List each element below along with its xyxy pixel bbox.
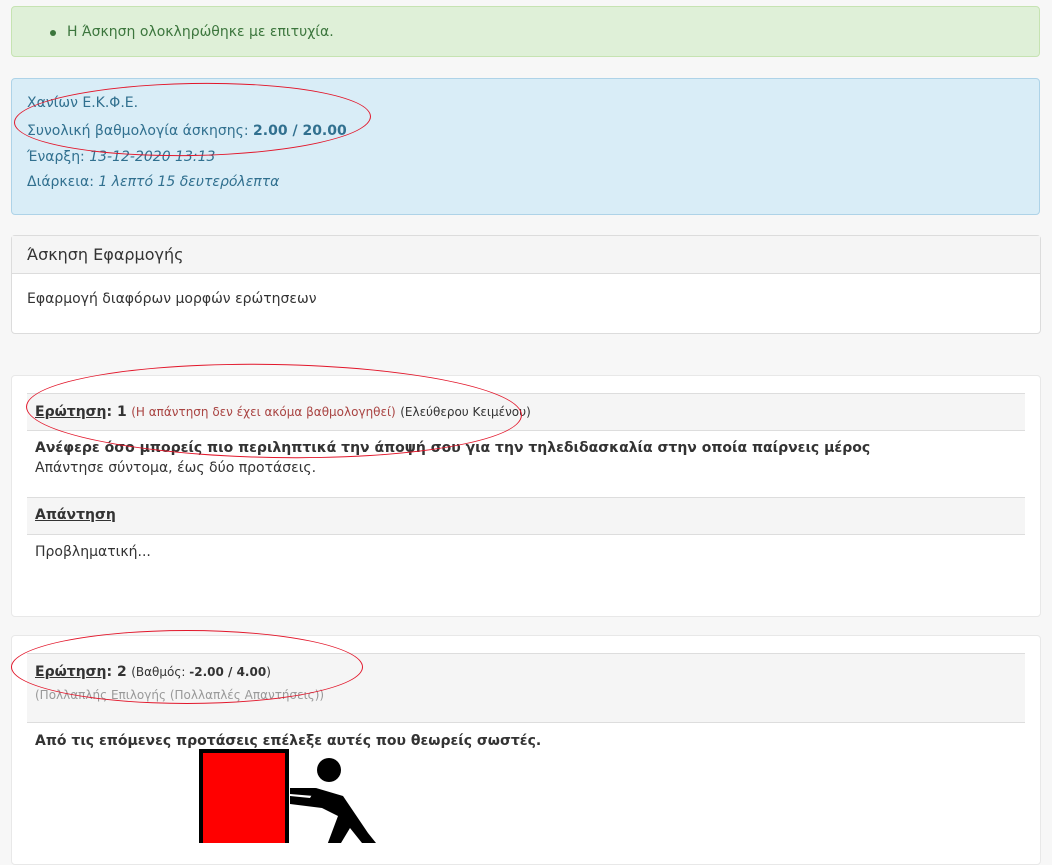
answer-header: Απάντηση bbox=[27, 497, 1025, 535]
question-card-1: Ερώτηση: 1 (Η απάντηση δεν έχει ακόμα βα… bbox=[11, 375, 1041, 617]
red-box bbox=[199, 749, 289, 843]
question-type: (Ελεύθερου Κειμένου) bbox=[400, 405, 531, 419]
start-label: Έναρξη: bbox=[27, 149, 90, 165]
total-score-label: Συνολική βαθμολογία άσκησης: bbox=[27, 123, 254, 139]
duration-value: 1 λεπτό 15 δευτερόλεπτα bbox=[98, 174, 280, 190]
question-type: (Πολλαπλής Επιλογής (Πολλαπλές Απαντήσει… bbox=[35, 688, 325, 702]
question-title-1: Ερώτηση: 1 (Η απάντηση δεν έχει ακόμα βα… bbox=[35, 404, 531, 420]
question-card-2: Ερώτηση: 2 (Βαθμός: -2.00 / 4.00) (Πολλα… bbox=[11, 635, 1041, 865]
question-header-1: Ερώτηση: 1 (Η απάντηση δεν έχει ακόμα βα… bbox=[27, 393, 1025, 431]
total-score-value: 2.00 / 20.00 bbox=[253, 123, 347, 139]
question-hint: Απάντησε σύντομα, έως δύο προτάσεις. bbox=[35, 460, 317, 476]
duration-line: Διάρκεια: 1 λεπτό 15 δευτερόλεπτα bbox=[27, 174, 279, 190]
start-value: 13-12-2020 13:13 bbox=[89, 149, 216, 165]
question-title-2: Ερώτηση: 2 (Βαθμός: -2.00 / 4.00) bbox=[35, 664, 271, 680]
exercise-panel: Άσκηση Εφαρμογής Εφαρμογή διαφόρων μορφώ… bbox=[11, 235, 1041, 334]
question-number: : 2 bbox=[106, 664, 127, 680]
score-value: -2.00 / 4.00 bbox=[189, 665, 267, 679]
person-pushing-box-icon bbox=[199, 749, 376, 843]
start-line: Έναρξη: 13-12-2020 13:13 bbox=[27, 149, 215, 165]
question-number: : 1 bbox=[106, 404, 127, 420]
question-text: Από τις επόμενες προτάσεις επέλεξε αυτές… bbox=[35, 733, 542, 749]
success-message: Η Άσκηση ολοκληρώθηκε με επιτυχία. bbox=[67, 24, 334, 40]
question-label: Ερώτηση bbox=[35, 664, 107, 680]
exercise-description: Εφαρμογή διαφόρων μορφών ερώτησεων bbox=[27, 291, 317, 307]
result-info-panel: Χανίων Ε.Κ.Φ.Ε. Συνολική βαθμολογία άσκη… bbox=[11, 78, 1040, 215]
question-header-2: Ερώτηση: 2 (Βαθμός: -2.00 / 4.00) (Πολλα… bbox=[27, 653, 1025, 723]
question-text: Ανέφερε όσο μπορείς πιο περιληπτικά την … bbox=[35, 440, 871, 456]
total-score-line: Συνολική βαθμολογία άσκησης: 2.00 / 20.0… bbox=[27, 123, 347, 139]
answer-label: Απάντηση bbox=[35, 507, 116, 523]
success-alert: Η Άσκηση ολοκληρώθηκε με επιτυχία. bbox=[11, 6, 1040, 57]
answer-text: Προβληματική... bbox=[35, 544, 151, 560]
bullet-icon bbox=[50, 30, 56, 36]
question-label: Ερώτηση bbox=[35, 404, 107, 420]
duration-label: Διάρκεια: bbox=[27, 174, 99, 190]
score-prefix: (Βαθμός: bbox=[131, 665, 190, 679]
exercise-title: Άσκηση Εφαρμογής bbox=[12, 236, 1040, 274]
score-suffix: ) bbox=[266, 665, 271, 679]
school-name: Χανίων Ε.Κ.Φ.Ε. bbox=[27, 95, 139, 111]
grading-status: (Η απάντηση δεν έχει ακόμα βαθμολογηθεί) bbox=[131, 405, 396, 419]
